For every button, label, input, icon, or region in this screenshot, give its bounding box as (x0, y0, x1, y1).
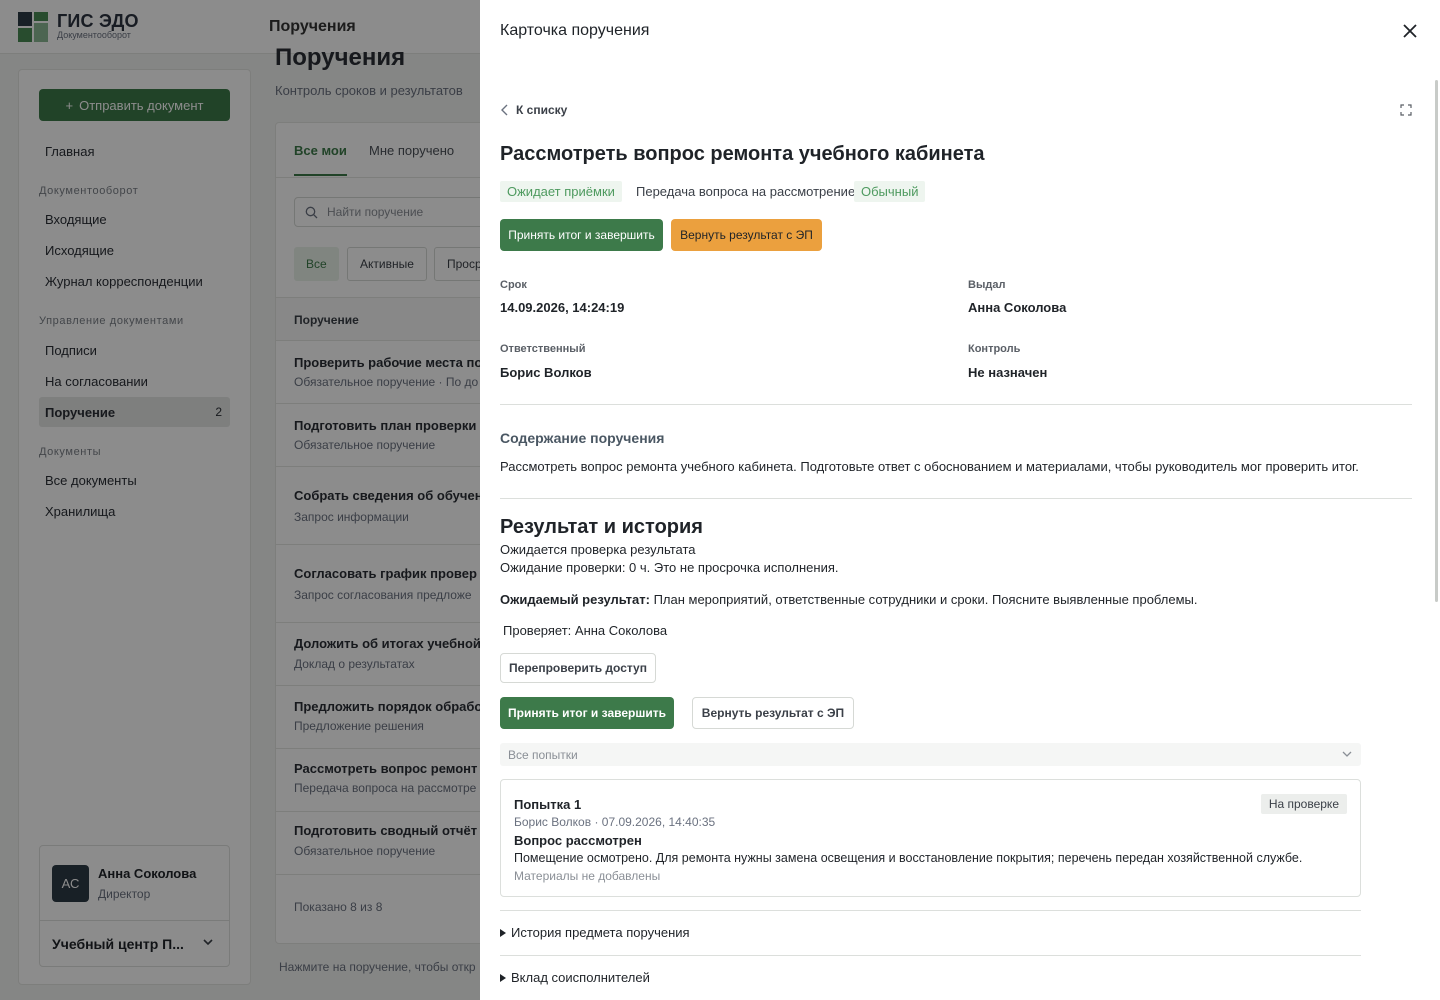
assignment-card-drawer: Карточка поручения К списку Рассмотреть … (480, 0, 1440, 1000)
type-badge: Передача вопроса на рассмотрение (636, 184, 856, 199)
responsible-label: Ответственный (500, 343, 586, 355)
chevron-down-icon (1342, 751, 1352, 757)
caret-right-icon (500, 928, 506, 937)
attempt-heading: Вопрос рассмотрен (514, 833, 642, 848)
accept-result-button-bottom[interactable]: Принять итог и завершить (500, 697, 674, 729)
status-badge: На проверке (1260, 794, 1347, 814)
control-value: Не назначен (968, 365, 1048, 380)
reviewer: Проверяет: Анна Соколова (503, 623, 668, 638)
recheck-access-button[interactable]: Перепроверить доступ (500, 653, 656, 683)
close-icon[interactable] (1400, 21, 1420, 41)
priority-badge: Обычный (854, 181, 926, 202)
result-status: Ожидается проверка результата (500, 542, 696, 557)
attempt-title: Попытка 1 (514, 797, 582, 812)
return-result-button-bottom[interactable]: Вернуть результат с ЭП (692, 697, 854, 729)
issued-label: Выдал (968, 279, 1006, 291)
result-wait: Ожидание проверки: 0 ч. Это не просрочка… (500, 560, 839, 575)
details-subject-history[interactable]: История предмета поручения (500, 910, 1361, 954)
attempt-files: Материалы не добавлены (514, 869, 661, 883)
issued-value: Анна Соколова (968, 300, 1067, 315)
responsible-value: Борис Волков (500, 365, 592, 380)
content-heading: Содержание поручения (500, 430, 665, 446)
modal-backdrop[interactable] (0, 0, 480, 1000)
card-title: Рассмотреть вопрос ремонта учебного каби… (500, 143, 985, 165)
status-badge: Ожидает приёмки (500, 181, 622, 202)
deadline-label: Срок (500, 279, 527, 291)
divider (500, 498, 1412, 499)
expected-result: Ожидаемый результат: План мероприятий, о… (500, 592, 1198, 607)
back-to-list-link[interactable]: К списку (500, 103, 567, 117)
attempt-card: Попытка 1 На проверке Борис Волков · 07.… (500, 779, 1361, 897)
result-heading: Результат и история (500, 516, 703, 538)
caret-right-icon (500, 973, 506, 982)
attempt-meta: Борис Волков · 07.09.2026, 14:40:35 (514, 815, 716, 829)
content-text: Рассмотреть вопрос ремонта учебного каби… (500, 459, 1359, 474)
control-label: Контроль (968, 343, 1021, 355)
deadline-value: 14.09.2026, 14:24:19 (500, 300, 625, 315)
details-coexecutors[interactable]: Вклад соисполнителей (500, 955, 1361, 999)
accept-result-button[interactable]: Принять итог и завершить (500, 219, 663, 251)
return-result-button[interactable]: Вернуть результат с ЭП (671, 219, 822, 251)
divider (500, 404, 1412, 405)
attempt-text: Помещение осмотрено. Для ремонта нужны з… (514, 851, 1303, 865)
drawer-title: Карточка поручения (500, 22, 650, 39)
attempts-select[interactable]: Все попытки (500, 743, 1361, 766)
fullscreen-icon[interactable] (1400, 104, 1412, 116)
chevron-left-icon (501, 104, 508, 116)
scrollbar[interactable] (1435, 80, 1438, 602)
